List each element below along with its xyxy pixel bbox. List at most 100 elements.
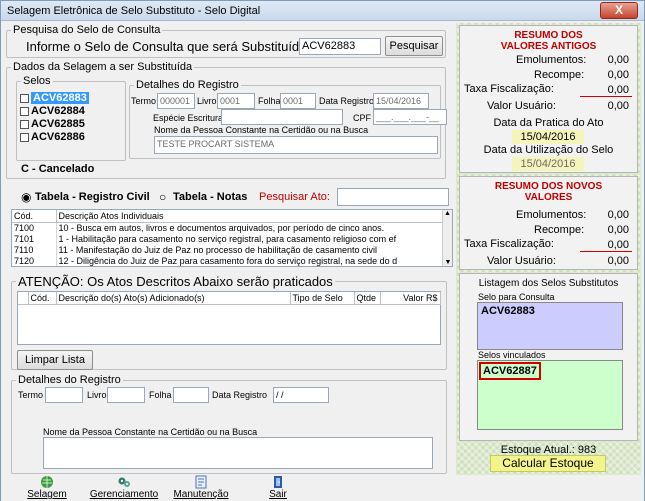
folha2-field[interactable] <box>173 387 209 403</box>
emolumentos-label: Emolumentos: <box>516 54 587 66</box>
exit-door-icon <box>274 476 282 488</box>
table-row[interactable]: 7100 10 - Busca em autos, livros e docume… <box>12 222 443 233</box>
selagem-label: Selagem <box>27 489 67 500</box>
resumo-antigos-box: RESUMO DOS VALORES ANTIGOS Emolumentos: … <box>459 25 638 173</box>
livro-field[interactable]: 0001 <box>217 93 255 109</box>
gerenciamento-tool[interactable]: Gerenciamento <box>89 475 159 500</box>
livro-label: Livro <box>197 96 217 106</box>
atencao-legend: ATENÇÃO: Os Atos Descritos Abaixo serão … <box>18 274 333 289</box>
col-blank-header <box>18 292 29 305</box>
cpf-field[interactable]: ___.___.___-__ <box>373 109 447 125</box>
calcular-estoque-button[interactable]: Calcular Estoque <box>490 455 606 472</box>
folha-field[interactable]: 0001 <box>280 93 316 109</box>
cell-cod: 7101 <box>12 233 57 244</box>
table-row[interactable]: 7110 11 - Manifestação do Juiz de Paz no … <box>12 244 443 255</box>
detalhes-legend: Detalhes do Registro <box>136 79 239 91</box>
selo-vinculado-item[interactable]: ACV62887 <box>479 362 541 380</box>
cell-desc: 11 - Manifestação do Juiz de Paz no proc… <box>56 244 443 255</box>
cell-desc: 1 - Habilitação para casamento no serviç… <box>56 233 443 244</box>
col-descricao-header[interactable]: Descrição do(s) Ato(s) Adicionado(s) <box>56 292 291 305</box>
total-separator <box>580 96 632 97</box>
col-cod-header[interactable]: Cód. <box>28 292 57 305</box>
col-qtde-header[interactable]: Qtde <box>354 292 381 305</box>
termo2-label: Termo <box>18 390 44 400</box>
selo-label: ACV62885 <box>31 118 85 130</box>
selo-item[interactable]: ACV62886 <box>19 131 123 144</box>
selo-item[interactable]: ACV62883 <box>19 92 123 105</box>
data-pratica-value: 15/04/2016 <box>512 130 584 144</box>
atos-scrollbar[interactable]: ▲ ▼ <box>442 210 452 266</box>
table-row[interactable]: 7101 1 - Habilitação para casamento no se… <box>12 233 443 244</box>
selo-checkbox[interactable] <box>20 94 29 103</box>
nome-pessoa-label: Nome da Pessoa Constante na Certidão ou … <box>154 125 369 135</box>
termo-field[interactable]: 000001 <box>157 93 195 109</box>
main-window: Selagem Eletrônica de Selo Substituto - … <box>0 0 645 501</box>
selo-label: ACV62886 <box>31 131 85 143</box>
gears-icon <box>118 477 130 487</box>
pesquisar-ato-label: Pesquisar Ato: <box>259 191 330 203</box>
recompe-novos-label: Recompe: <box>534 224 585 236</box>
table-row[interactable]: 7120 12 - Diligência do Juiz de Paz para … <box>12 255 443 266</box>
radio-civil-dot[interactable]: ◉ <box>21 190 31 204</box>
valor-usuario-novos-value: 0,00 <box>607 255 629 267</box>
resumo-novos-box: RESUMO DOS NOVOS VALORES Emolumentos: 0,… <box>459 176 638 270</box>
atos-table[interactable]: Cód. Descrição Atos Individuais 7100 10 -… <box>11 209 453 267</box>
resumo-novos-title: RESUMO DOS NOVOS VALORES <box>494 181 603 203</box>
col-cod-header[interactable]: Cód. <box>12 210 57 223</box>
close-button[interactable]: X <box>600 2 638 19</box>
selos-vinculados-list[interactable]: ACV62887 <box>477 360 623 430</box>
listagem-box: Listagem dos Selos Substitutos Selo para… <box>459 273 638 441</box>
scroll-down-icon[interactable]: ▼ <box>443 259 452 266</box>
selo-consulta-list[interactable]: ACV62883 <box>477 302 623 350</box>
nome-pessoa-field[interactable]: TESTE PROCART SISTEMA <box>154 136 438 154</box>
recompe-value: 0,00 <box>607 69 629 81</box>
selo-checkbox[interactable] <box>20 133 29 142</box>
limpar-lista-button[interactable]: Limpar Lista <box>17 350 93 370</box>
recompe-label: Recompe: <box>534 69 585 81</box>
manutencao-tool[interactable]: Manutenção <box>171 475 231 500</box>
globe-icon <box>41 476 53 488</box>
termo-label: Termo <box>131 96 157 106</box>
termo2-field[interactable] <box>45 387 83 403</box>
col-tipo-selo-header[interactable]: Tipo de Selo <box>290 292 355 305</box>
selo-consulta-input[interactable]: ACV62883 <box>299 38 381 55</box>
listagem-title: Listagem dos Selos Substitutos <box>478 278 619 289</box>
selo-item[interactable]: ACV62884 <box>19 105 123 118</box>
cancelado-label: C - Cancelado <box>21 163 95 175</box>
emolumentos-novos-value: 0,00 <box>607 209 629 221</box>
window-title: Selagem Eletrônica de Selo Substituto - … <box>7 5 261 17</box>
taxa-value: 0,00 <box>607 84 629 96</box>
pesquisa-legend: Pesquisa do Selo de Consulta <box>13 24 161 36</box>
col-valor-header[interactable]: Valor R$ <box>380 292 441 305</box>
selo-checkbox[interactable] <box>20 107 29 116</box>
taxa-novos-label: Taxa Fiscalização: <box>464 238 554 250</box>
sair-tool[interactable]: Sair <box>263 475 293 500</box>
col-desc-header[interactable]: Descrição Atos Individuais <box>56 210 443 223</box>
especie-label: Espécie Escritura <box>153 113 224 123</box>
especie-field[interactable] <box>221 109 343 125</box>
selo-item[interactable]: ACV62885 <box>19 118 123 131</box>
data-registro2-field[interactable]: / / <box>273 387 329 403</box>
cpf-label: CPF <box>353 113 371 123</box>
cell-cod: 7100 <box>12 222 57 233</box>
nome-pessoa2-field[interactable] <box>43 437 433 469</box>
radio-civil-label[interactable]: Tabela - Registro Civil <box>35 191 150 203</box>
title-bar: Selagem Eletrônica de Selo Substituto - … <box>1 1 644 21</box>
livro2-field[interactable] <box>107 387 145 403</box>
radio-notas-dot[interactable]: ○ <box>159 190 166 204</box>
selos-vinculados-label: Selos vinculados <box>478 350 546 360</box>
pesquisar-button[interactable]: Pesquisar <box>385 36 443 56</box>
pesquisar-ato-input[interactable] <box>337 188 449 206</box>
taxa-label: Taxa Fiscalização: <box>464 83 554 95</box>
sair-label: Sair <box>269 489 287 500</box>
selo-consulta-item[interactable]: ACV62883 <box>478 303 622 319</box>
selagem-tool[interactable]: Selagem <box>27 475 67 500</box>
selo-checkbox[interactable] <box>20 120 29 129</box>
data-registro-field[interactable]: 15/04/2016 <box>373 93 429 109</box>
scroll-up-icon[interactable]: ▲ <box>443 210 452 217</box>
cell-desc: 12 - Diligência do Juiz de Paz para casa… <box>56 255 443 266</box>
emolumentos-novos-label: Emolumentos: <box>516 209 587 221</box>
atos-adicionados-table[interactable]: Cód. Descrição do(s) Ato(s) Adicionado(s… <box>17 291 441 345</box>
data-utilizacao-label: Data da Utilização do Selo <box>483 144 614 156</box>
radio-notas-label[interactable]: Tabela - Notas <box>173 191 247 203</box>
